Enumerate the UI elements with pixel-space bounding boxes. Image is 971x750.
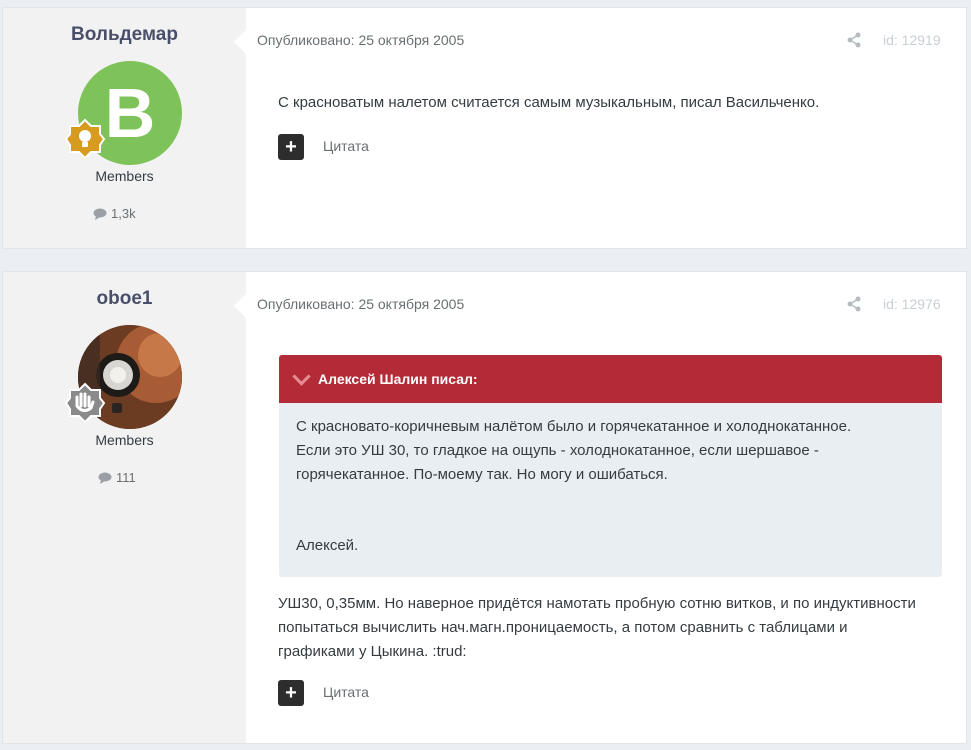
post-id[interactable]: id: 12976 — [883, 296, 941, 312]
post-text-line: попытаться вычислить нач.магн.проницаемо… — [278, 619, 848, 636]
avatar-letter: В — [104, 74, 156, 152]
post-text-line: графиками у Цыкина. :trud: — [278, 643, 467, 660]
post-id[interactable]: id: 12919 — [883, 32, 941, 48]
member-group: Members — [95, 168, 154, 184]
quote-button[interactable]: Цитата — [323, 138, 369, 154]
quote-button[interactable]: Цитата — [323, 684, 369, 700]
forum-post: oboe1 Members 111 Опубликовано: 25 октяб… — [2, 271, 967, 744]
comment-icon — [93, 208, 107, 220]
plus-icon: + — [285, 682, 297, 704]
multiquote-button[interactable]: + — [278, 134, 304, 160]
lightbulb-badge-icon — [64, 118, 106, 160]
bubble-arrow — [234, 30, 246, 54]
published-date[interactable]: Опубликовано: 25 октября 2005 — [257, 32, 464, 48]
chevron-down-icon[interactable] — [292, 366, 311, 386]
quote-text: С красновато-коричневым налётом было и г… — [296, 415, 926, 487]
published-date[interactable]: Опубликовано: 25 октября 2005 — [257, 296, 464, 312]
share-icon[interactable] — [846, 296, 862, 312]
quote-signature: Алексей. — [296, 537, 359, 554]
quote-author: Алексей Шалин писал: — [318, 371, 478, 387]
quote-line: горячекатанное. По-моему так. Но могу и … — [296, 466, 668, 483]
share-icon[interactable] — [846, 32, 862, 48]
comment-icon — [98, 472, 112, 484]
author-name[interactable]: Вольдемар — [3, 24, 246, 46]
quote-block: Алексей Шалин писал: С красновато-коричн… — [279, 355, 942, 577]
multiquote-button[interactable]: + — [278, 680, 304, 706]
author-panel: oboe1 Members 111 — [3, 272, 246, 743]
quote-line: С красновато-коричневым налётом было и г… — [296, 418, 852, 435]
hand-wave-badge-icon — [64, 382, 106, 424]
quote-header[interactable]: Алексей Шалин писал: — [279, 355, 942, 403]
author-name[interactable]: oboe1 — [3, 288, 246, 310]
post-text: УШ30, 0,35мм. Но наверное придётся намот… — [278, 592, 916, 664]
author-panel: Вольдемар В Members 1,3k — [3, 8, 246, 248]
post-count[interactable]: 1,3k — [93, 206, 136, 221]
post-count-value: 111 — [116, 470, 136, 485]
bubble-arrow — [234, 294, 246, 318]
post-count[interactable]: 111 — [98, 470, 136, 485]
plus-icon: + — [285, 136, 297, 158]
post-count-value: 1,3k — [111, 206, 136, 221]
post-text-line: УШ30, 0,35мм. Но наверное придётся намот… — [278, 595, 916, 612]
forum-post: Вольдемар В Members 1,3k Опубликовано: 2… — [2, 7, 967, 249]
post-text: С красноватым налетом считается самым му… — [278, 94, 820, 111]
member-group: Members — [95, 432, 154, 448]
quote-line: Если это УШ 30, то гладкое на ощупь - хо… — [296, 442, 819, 459]
